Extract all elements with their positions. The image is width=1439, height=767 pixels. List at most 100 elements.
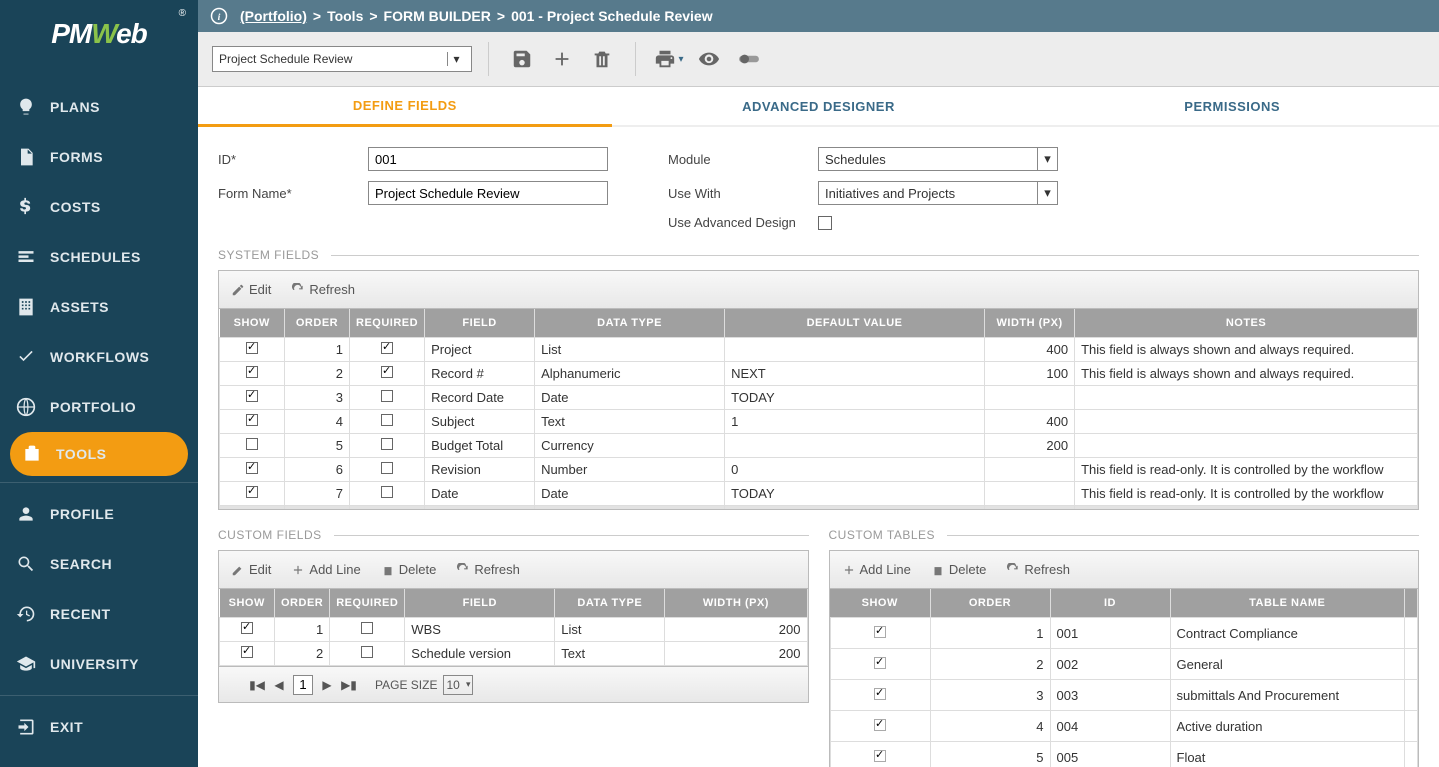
column-header[interactable]: REQUIRED: [330, 589, 405, 618]
edit-button[interactable]: Edit: [231, 282, 271, 297]
pager-next[interactable]: ▶: [319, 678, 335, 692]
table-row[interactable]: 5005Float: [830, 742, 1418, 767]
formname-field[interactable]: [368, 181, 608, 205]
id-field[interactable]: [368, 147, 608, 171]
column-header[interactable]: ORDER: [930, 589, 1050, 618]
column-header[interactable]: FIELD: [425, 309, 535, 338]
required-checkbox[interactable]: [381, 414, 393, 426]
column-header[interactable]: SHOW: [220, 309, 285, 338]
column-header[interactable]: SHOW: [830, 589, 930, 618]
delete-button[interactable]: Delete: [931, 562, 987, 577]
sidebar-item-search[interactable]: SEARCH: [0, 539, 198, 589]
tab-permissions[interactable]: PERMISSIONS: [1025, 87, 1439, 125]
required-checkbox[interactable]: [381, 366, 393, 378]
show-checkbox[interactable]: [874, 626, 886, 638]
required-checkbox[interactable]: [381, 342, 393, 354]
table-row[interactable]: 7 DateDateTODAYThis field is read-only. …: [220, 482, 1418, 506]
table-row[interactable]: 4004Active duration: [830, 711, 1418, 742]
refresh-button[interactable]: Refresh: [1006, 562, 1070, 577]
column-header[interactable]: REQUIRED: [350, 309, 425, 338]
tab-define-fields[interactable]: DEFINE FIELDS: [198, 87, 612, 127]
column-header[interactable]: ORDER: [285, 309, 350, 338]
required-checkbox[interactable]: [381, 486, 393, 498]
sidebar-item-recent[interactable]: RECENT: [0, 589, 198, 639]
column-header[interactable]: ORDER: [275, 589, 330, 618]
table-row[interactable]: 1001Contract Compliance: [830, 618, 1418, 649]
pager-page[interactable]: [293, 675, 313, 695]
toggle-button[interactable]: [732, 42, 766, 76]
required-checkbox[interactable]: [361, 646, 373, 658]
pager-size[interactable]: 10▾: [443, 675, 473, 695]
column-header[interactable]: DATA TYPE: [555, 589, 665, 618]
column-header[interactable]: WIDTH (PX): [665, 589, 807, 618]
pager-last[interactable]: ▶▮: [341, 678, 357, 692]
module-select[interactable]: Schedules▾: [818, 147, 1058, 171]
save-button[interactable]: [505, 42, 539, 76]
print-button[interactable]: ▾: [652, 42, 686, 76]
usewith-select[interactable]: Initiatives and Projects▾: [818, 181, 1058, 205]
column-header[interactable]: DEFAULT VALUE: [725, 309, 985, 338]
table-row[interactable]: 3003submittals And Procurement: [830, 680, 1418, 711]
refresh-button[interactable]: Refresh: [291, 282, 355, 297]
table-row[interactable]: 2 Schedule versionText200: [220, 642, 808, 666]
column-header[interactable]: ID: [1050, 589, 1170, 618]
sidebar-item-workflows[interactable]: WORKFLOWS: [0, 332, 198, 382]
sidebar-item-schedules[interactable]: SCHEDULES: [0, 232, 198, 282]
sidebar-item-assets[interactable]: ASSETS: [0, 282, 198, 332]
sidebar-item-profile[interactable]: PROFILE: [0, 489, 198, 539]
useadv-checkbox[interactable]: [818, 216, 832, 230]
show-checkbox[interactable]: [874, 688, 886, 700]
required-checkbox[interactable]: [381, 390, 393, 402]
column-header[interactable]: DATA TYPE: [535, 309, 725, 338]
show-checkbox[interactable]: [246, 366, 258, 378]
sidebar-item-forms[interactable]: FORMS: [0, 132, 198, 182]
watch-button[interactable]: [692, 42, 726, 76]
column-header[interactable]: SHOW: [220, 589, 275, 618]
sidebar-item-tools[interactable]: TOOLS: [10, 432, 188, 476]
show-checkbox[interactable]: [246, 438, 258, 450]
breadcrumb-tools[interactable]: Tools: [327, 8, 363, 24]
pager-prev[interactable]: ◀: [271, 678, 287, 692]
breadcrumb-portfolio[interactable]: (Portfolio): [240, 8, 307, 24]
table-row[interactable]: 1 ProjectList400This field is always sho…: [220, 338, 1418, 362]
refresh-button[interactable]: Refresh: [456, 562, 520, 577]
sidebar-item-university[interactable]: UNIVERSITY: [0, 639, 198, 689]
show-checkbox[interactable]: [246, 486, 258, 498]
required-checkbox[interactable]: [381, 438, 393, 450]
column-header[interactable]: FIELD: [405, 589, 555, 618]
breadcrumb-formbuilder[interactable]: FORM BUILDER: [384, 8, 491, 24]
show-checkbox[interactable]: [246, 342, 258, 354]
show-checkbox[interactable]: [874, 750, 886, 762]
addline-button[interactable]: Add Line: [291, 562, 360, 577]
table-row[interactable]: 3 Record DateDateTODAY: [220, 386, 1418, 410]
show-checkbox[interactable]: [874, 719, 886, 731]
table-row[interactable]: 6 RevisionNumber0This field is read-only…: [220, 458, 1418, 482]
table-row[interactable]: 4 SubjectText1400: [220, 410, 1418, 434]
show-checkbox[interactable]: [241, 622, 253, 634]
delete-button[interactable]: [585, 42, 619, 76]
column-header[interactable]: NOTES: [1075, 309, 1418, 338]
table-row[interactable]: 2 Record #AlphanumericNEXT100This field …: [220, 362, 1418, 386]
add-button[interactable]: [545, 42, 579, 76]
sidebar-item-costs[interactable]: COSTS: [0, 182, 198, 232]
column-header[interactable]: WIDTH (PX): [985, 309, 1075, 338]
show-checkbox[interactable]: [874, 657, 886, 669]
edit-button[interactable]: Edit: [231, 562, 271, 577]
required-checkbox[interactable]: [381, 462, 393, 474]
record-selector[interactable]: Project Schedule Review ▾: [212, 46, 472, 72]
table-row[interactable]: 2002General: [830, 649, 1418, 680]
sidebar-item-portfolio[interactable]: PORTFOLIO: [0, 382, 198, 432]
table-row[interactable]: 5 Budget TotalCurrency200: [220, 434, 1418, 458]
sidebar-item-exit[interactable]: EXIT: [0, 702, 198, 752]
column-header[interactable]: TABLE NAME: [1170, 589, 1405, 618]
required-checkbox[interactable]: [361, 622, 373, 634]
addline-button[interactable]: Add Line: [842, 562, 911, 577]
pager-first[interactable]: ▮◀: [249, 678, 265, 692]
show-checkbox[interactable]: [246, 414, 258, 426]
tab-advanced-designer[interactable]: ADVANCED DESIGNER: [612, 87, 1026, 125]
show-checkbox[interactable]: [241, 646, 253, 658]
delete-button[interactable]: Delete: [381, 562, 437, 577]
show-checkbox[interactable]: [246, 390, 258, 402]
table-row[interactable]: 1 WBSList200: [220, 618, 808, 642]
sidebar-item-plans[interactable]: PLANS: [0, 82, 198, 132]
